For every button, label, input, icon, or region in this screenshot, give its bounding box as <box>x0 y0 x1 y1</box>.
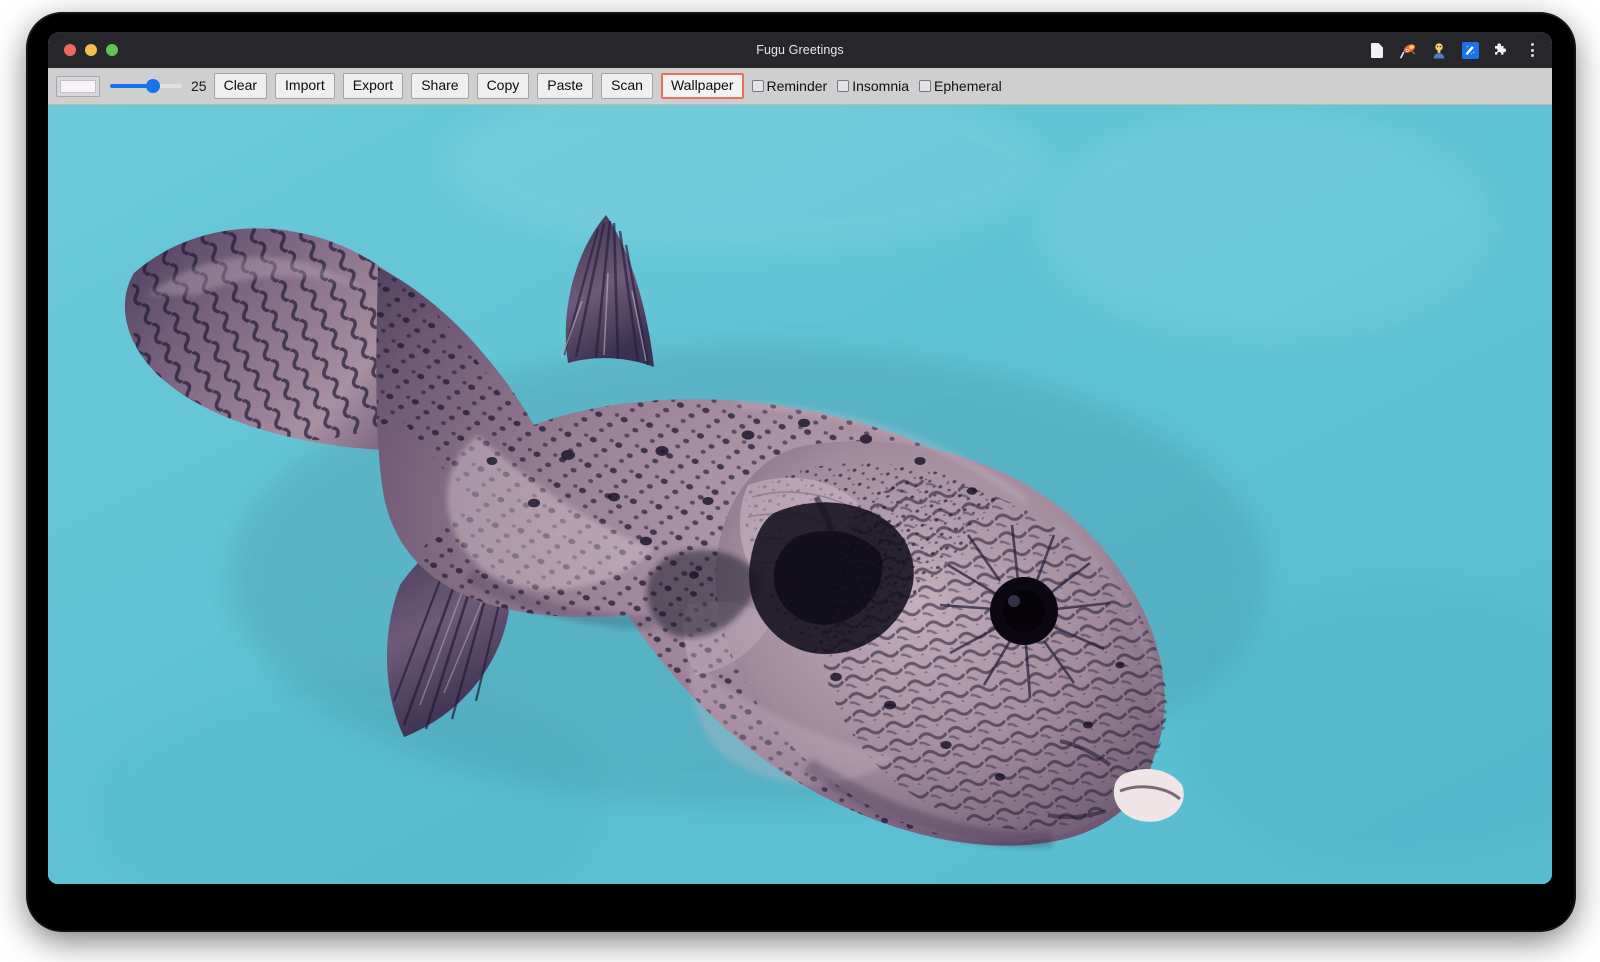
share-button[interactable]: Share <box>411 73 468 98</box>
ephemeral-checkbox-label: Ephemeral <box>934 78 1002 94</box>
titlebar-icon-tray <box>1367 32 1542 68</box>
import-button[interactable]: Import <box>275 73 335 98</box>
copy-button[interactable]: Copy <box>477 73 530 98</box>
line-width-slider[interactable] <box>110 78 182 94</box>
reminder-checkbox-box[interactable] <box>752 80 764 92</box>
reminder-checkbox-label: Reminder <box>767 78 828 94</box>
drawing-canvas[interactable] <box>48 105 1552 884</box>
person-extension-icon[interactable] <box>1429 40 1449 60</box>
ephemeral-checkbox-box[interactable] <box>919 80 931 92</box>
close-button[interactable] <box>64 44 76 56</box>
scan-button[interactable]: Scan <box>601 73 653 98</box>
wallpaper-button[interactable]: Wallpaper <box>661 73 744 98</box>
paste-button[interactable]: Paste <box>537 73 593 98</box>
traffic-lights <box>48 44 118 56</box>
insomnia-checkbox-box[interactable] <box>837 80 849 92</box>
screen: Fugu Greetings <box>0 0 1600 962</box>
rocket-extension-icon[interactable] <box>1398 40 1418 60</box>
clear-button[interactable]: Clear <box>214 73 267 98</box>
sparkle-app-icon[interactable] <box>1460 40 1480 60</box>
page-icon[interactable] <box>1367 40 1387 60</box>
slider-thumb[interactable] <box>146 79 160 93</box>
browser-window: Fugu Greetings <box>48 32 1552 884</box>
minimize-button[interactable] <box>85 44 97 56</box>
toolbar: 25 Clear Import Export Share Copy Paste … <box>48 68 1552 105</box>
insomnia-checkbox[interactable]: Insomnia <box>837 78 909 94</box>
pufferfish-photo <box>48 105 1552 884</box>
slider-value-label: 25 <box>191 78 207 94</box>
title-bar: Fugu Greetings <box>48 32 1552 68</box>
reminder-checkbox[interactable]: Reminder <box>752 78 828 94</box>
export-button[interactable]: Export <box>343 73 403 98</box>
puzzle-extensions-icon[interactable] <box>1491 40 1511 60</box>
kebab-menu-icon[interactable] <box>1522 40 1542 60</box>
ephemeral-checkbox[interactable]: Ephemeral <box>919 78 1002 94</box>
window-title: Fugu Greetings <box>48 43 1552 57</box>
zoom-button[interactable] <box>106 44 118 56</box>
color-picker-input[interactable] <box>56 76 100 97</box>
insomnia-checkbox-label: Insomnia <box>852 78 909 94</box>
